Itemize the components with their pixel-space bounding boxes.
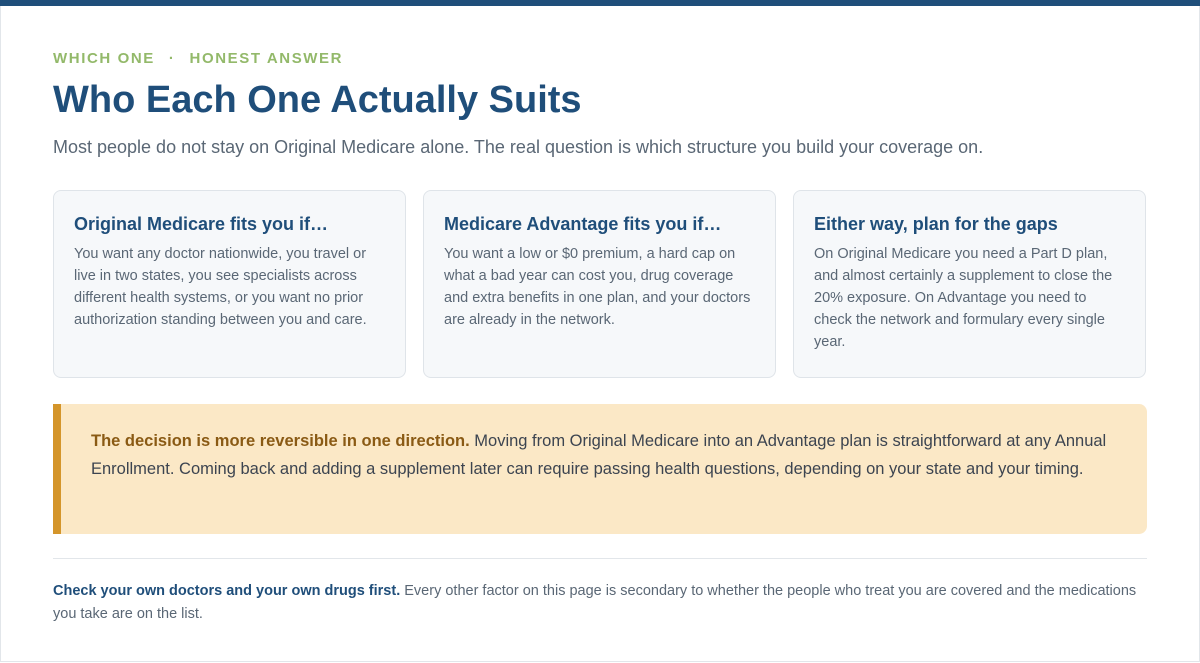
- card-original-medicare: Original Medicare fits you if… You want …: [53, 190, 406, 378]
- card-body: You want any doctor nationwide, you trav…: [74, 246, 367, 328]
- card-medicare-advantage: Medicare Advantage fits you if… You want…: [423, 190, 776, 378]
- card-title: Medicare Advantage fits you if…: [444, 214, 722, 234]
- suitability-cards: Original Medicare fits you if… You want …: [53, 190, 1147, 378]
- callout-strong: The decision is more reversible in one d…: [91, 432, 470, 450]
- page-subtitle: Most people do not stay on Original Medi…: [53, 137, 984, 157]
- main-content: WHICH ONE · HONEST ANSWER Who Each One Act…: [53, 48, 1147, 626]
- eyebrow-left: WHICH ONE: [53, 50, 155, 67]
- eyebrow-separator: ·: [168, 50, 176, 67]
- footnote-strong: Check your own doctors and your own drug…: [53, 583, 401, 599]
- eyebrow: WHICH ONE · HONEST ANSWER: [53, 48, 1147, 70]
- top-accent-bar: [0, 0, 1200, 6]
- card-body: On Original Medicare you need a Part D p…: [814, 246, 1113, 350]
- footnote: Check your own doctors and your own drug…: [53, 580, 1147, 626]
- card-title: Original Medicare fits you if…: [74, 214, 329, 234]
- card-body: You want a low or $0 premium, a hard cap…: [444, 246, 751, 328]
- divider: [53, 558, 1147, 559]
- card-plan-for-gaps: Either way, plan for the gaps On Origina…: [793, 190, 1146, 378]
- reversibility-callout: The decision is more reversible in one d…: [53, 404, 1147, 534]
- page-title: Who Each One Actually Suits: [53, 79, 582, 121]
- card-title: Either way, plan for the gaps: [814, 214, 1058, 234]
- eyebrow-right: HONEST ANSWER: [189, 50, 344, 67]
